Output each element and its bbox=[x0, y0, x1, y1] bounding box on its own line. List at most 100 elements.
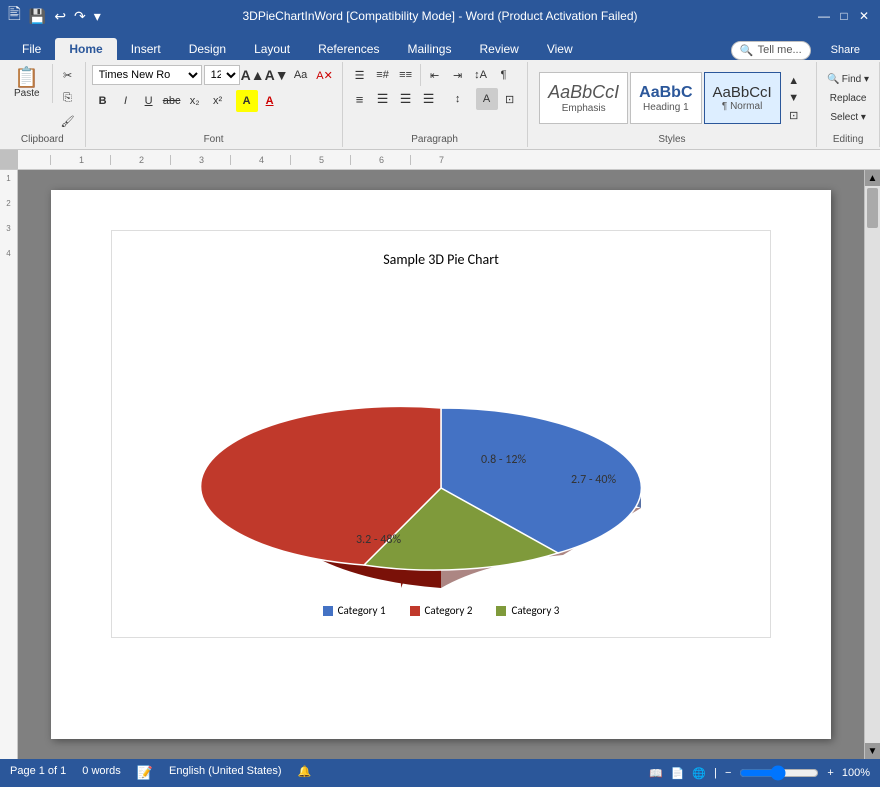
search-icon: 🔍 bbox=[827, 74, 839, 85]
tell-me-input[interactable]: 🔍 Tell me... bbox=[731, 41, 811, 60]
tab-references[interactable]: References bbox=[304, 38, 393, 60]
underline-button[interactable]: U bbox=[138, 90, 160, 112]
styles-scroll-up[interactable]: ▲ bbox=[783, 72, 805, 89]
document-scroll-area[interactable]: Sample 3D Pie Chart bbox=[18, 170, 864, 759]
scroll-down-button[interactable]: ▼ bbox=[865, 743, 880, 759]
style-emphasis[interactable]: AaBbCcI Emphasis bbox=[539, 72, 628, 124]
style-normal-preview: AaBbCcI bbox=[713, 84, 772, 101]
decrease-font-button[interactable]: A▼ bbox=[266, 64, 288, 86]
tab-insert[interactable]: Insert bbox=[117, 38, 175, 60]
quick-save-button[interactable]: 💾 bbox=[27, 6, 48, 27]
multilevel-button[interactable]: ≡≡ bbox=[395, 64, 417, 86]
font-face-selector[interactable]: Times New Ro bbox=[92, 65, 202, 85]
replace-button[interactable]: Replace bbox=[826, 91, 871, 106]
view-print-button[interactable]: 📄 bbox=[671, 767, 685, 780]
language: English (United States) bbox=[169, 765, 282, 781]
cut-copy-col: ✂ ⎘ 🖌 bbox=[57, 64, 79, 132]
style-emphasis-label: Emphasis bbox=[562, 103, 606, 114]
window-title: 3DPieChartInWord [Compatibility Mode] - … bbox=[242, 9, 637, 23]
show-marks-button[interactable]: ¶ bbox=[493, 64, 515, 86]
sort-button[interactable]: ↕A bbox=[470, 64, 492, 86]
scroll-thumb[interactable] bbox=[867, 188, 878, 228]
tab-layout[interactable]: Layout bbox=[240, 38, 304, 60]
label-cat1: 2.7 - 40% bbox=[571, 473, 616, 487]
style-heading1[interactable]: AaBbC Heading 1 bbox=[630, 72, 701, 124]
line-spacing-button[interactable]: ↕ bbox=[447, 88, 469, 110]
font-row-1: Times New Ro 12 A▲ A▼ Aa A✕ bbox=[92, 64, 336, 86]
legend-item-cat1: Category 1 bbox=[323, 604, 386, 617]
scroll-track[interactable] bbox=[865, 186, 880, 743]
quick-redo-button[interactable]: ↷ bbox=[72, 6, 88, 27]
select-button[interactable]: Select ▾ bbox=[826, 110, 870, 125]
minimize-button[interactable]: — bbox=[816, 8, 832, 24]
document-page: Sample 3D Pie Chart bbox=[51, 190, 831, 739]
styles-label: Styles bbox=[658, 134, 685, 145]
tab-review[interactable]: Review bbox=[465, 38, 532, 60]
font-color-button[interactable]: A bbox=[259, 90, 281, 112]
view-read-button[interactable]: 📖 bbox=[649, 767, 663, 780]
ruler-mark-4: 4 bbox=[230, 155, 290, 165]
paste-button[interactable]: 📋 Paste bbox=[6, 64, 48, 103]
window-controls[interactable]: — □ ✕ bbox=[816, 8, 872, 24]
v-mark-3: 3 bbox=[6, 224, 10, 233]
styles-scroll-down[interactable]: ▼ bbox=[783, 89, 805, 106]
tab-design[interactable]: Design bbox=[175, 38, 240, 60]
change-case-button[interactable]: Aa bbox=[290, 64, 312, 86]
style-normal-label: ¶ Normal bbox=[722, 101, 762, 112]
ruler: 1 2 3 4 5 6 7 bbox=[0, 150, 880, 170]
font-group: Times New Ro 12 A▲ A▼ Aa A✕ B I U abc x₂… bbox=[86, 62, 343, 147]
style-normal[interactable]: AaBbCcI ¶ Normal bbox=[704, 72, 781, 124]
zoom-out-button[interactable]: − bbox=[725, 767, 731, 779]
strikethrough-button[interactable]: abc bbox=[161, 90, 183, 112]
justify-button[interactable]: ☰ bbox=[418, 88, 440, 110]
text-highlight-button[interactable]: A bbox=[236, 90, 258, 112]
superscript-button[interactable]: x² bbox=[207, 90, 229, 112]
cut-button[interactable]: ✂ bbox=[57, 64, 79, 86]
zoom-level: 100% bbox=[842, 767, 870, 779]
tab-view[interactable]: View bbox=[533, 38, 587, 60]
shading-button[interactable]: A bbox=[476, 88, 498, 110]
quick-undo-button[interactable]: ↩ bbox=[52, 6, 68, 27]
zoom-slider[interactable] bbox=[739, 765, 819, 781]
chart-container[interactable]: Sample 3D Pie Chart bbox=[111, 230, 771, 638]
format-painter-button[interactable]: 🖌 bbox=[57, 110, 79, 132]
status-right: 📖 📄 🌐 | − + 100% bbox=[649, 765, 870, 781]
ruler-mark-5: 5 bbox=[290, 155, 350, 165]
legend-color-cat2 bbox=[410, 606, 420, 616]
increase-font-button[interactable]: A▲ bbox=[242, 64, 264, 86]
share-button[interactable]: Share bbox=[819, 40, 872, 60]
vertical-scrollbar[interactable]: ▲ ▼ bbox=[864, 170, 880, 759]
decrease-indent-button[interactable]: ⇤ bbox=[424, 64, 446, 86]
maximize-button[interactable]: □ bbox=[836, 8, 852, 24]
align-left-button[interactable]: ≡ bbox=[349, 88, 371, 110]
pie-chart-svg[interactable]: 2.7 - 40% 3.2 - 48% 0.8 - 12% bbox=[201, 288, 681, 588]
styles-expand[interactable]: ⊡ bbox=[783, 107, 805, 124]
increase-indent-button[interactable]: ⇥ bbox=[447, 64, 469, 86]
tab-file[interactable]: File bbox=[8, 38, 55, 60]
bullets-button[interactable]: ☰ bbox=[349, 64, 371, 86]
clear-format-button[interactable]: A✕ bbox=[314, 64, 336, 86]
ribbon-tabs: File Home Insert Design Layout Reference… bbox=[0, 32, 880, 60]
scroll-up-button[interactable]: ▲ bbox=[865, 170, 880, 186]
find-button[interactable]: 🔍 Find ▾ bbox=[823, 72, 873, 87]
tab-home[interactable]: Home bbox=[55, 38, 116, 60]
copy-button[interactable]: ⎘ bbox=[57, 87, 79, 109]
ruler-mark-7: 7 bbox=[410, 155, 470, 165]
quick-customize-button[interactable]: ▾ bbox=[92, 6, 103, 27]
align-right-button[interactable]: ☰ bbox=[395, 88, 417, 110]
tab-mailings[interactable]: Mailings bbox=[393, 38, 465, 60]
bold-button[interactable]: B bbox=[92, 90, 114, 112]
close-button[interactable]: ✕ bbox=[856, 8, 872, 24]
borders-button[interactable]: ⊡ bbox=[499, 88, 521, 110]
font-size-selector[interactable]: 12 bbox=[204, 65, 240, 85]
italic-button[interactable]: I bbox=[115, 90, 137, 112]
view-web-button[interactable]: 🌐 bbox=[692, 767, 706, 780]
subscript-button[interactable]: x₂ bbox=[184, 90, 206, 112]
numbering-button[interactable]: ≡# bbox=[372, 64, 394, 86]
separator: | bbox=[714, 767, 717, 779]
zoom-in-button[interactable]: + bbox=[827, 767, 833, 779]
font-label: Font bbox=[204, 134, 224, 145]
ruler-mark-6: 6 bbox=[350, 155, 410, 165]
font-row-2: B I U abc x₂ x² A A bbox=[92, 90, 336, 112]
align-center-button[interactable]: ☰ bbox=[372, 88, 394, 110]
